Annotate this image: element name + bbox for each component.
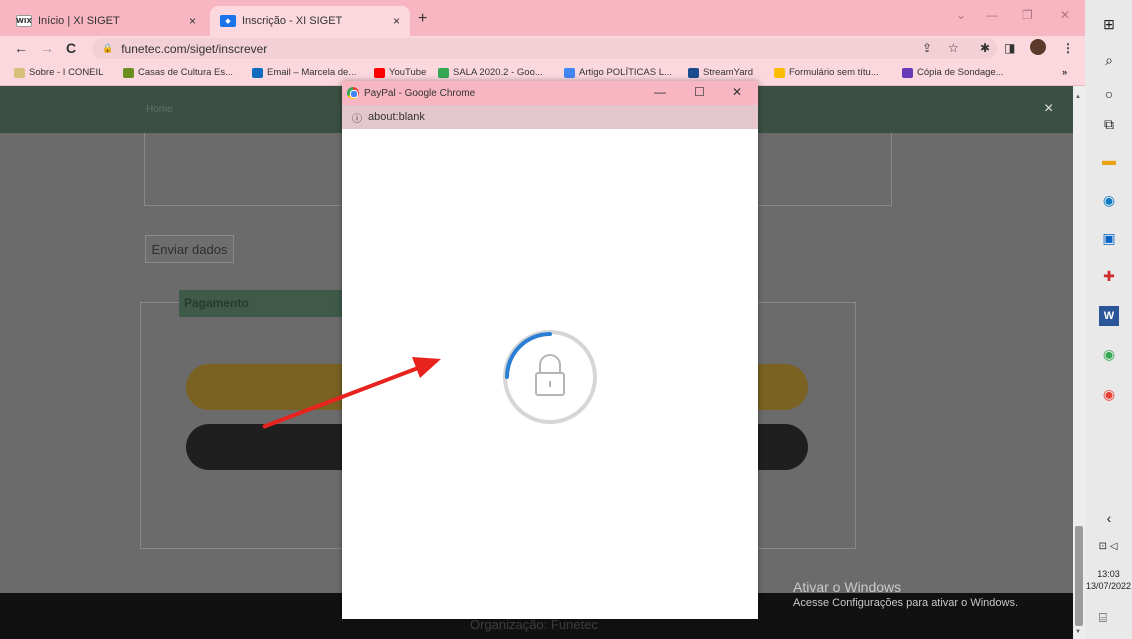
popup-minimize-icon[interactable]: — [654,85,666,99]
popup-title: PayPal - Google Chrome [364,87,476,99]
popup-maximize-icon[interactable]: ☐ [694,85,705,99]
chrome-profile-icon[interactable]: ◉ [1099,344,1119,364]
lock-icon [535,354,565,396]
send-data-button[interactable]: Enviar dados [145,235,234,263]
restore-icon[interactable]: ❐ [1022,8,1033,22]
popup-titlebar: PayPal - Google Chrome — ☐ ✕ [342,81,758,105]
share-icon[interactable]: ⇪ [922,41,932,55]
chevron-left-icon[interactable]: ‹ [1099,508,1119,528]
home-link[interactable]: Home [146,104,173,115]
gift-icon[interactable]: ✚ [1099,266,1119,286]
back-button[interactable]: ← [14,40,28,56]
bookmark-item[interactable]: Email – Marcela de... [252,67,356,78]
watermark-subtitle: Acesse Configurações para ativar o Windo… [793,597,1018,609]
clock-time: 13:03 [1097,569,1120,579]
clock-date: 13/07/2022 [1085,581,1132,591]
menu-kebab-icon[interactable]: ⋮ [1062,41,1074,55]
windows-taskbar: ⊞ ⌕ ○ ⧉ ▬ ◉ ▣ ✚ W ◉ ◉ ‹ ⊡ ◁ 13:03 13/07/… [1085,0,1132,639]
bookmark-item[interactable]: Formulário sem títu... [774,67,879,78]
tab-title: Início | XI SIGET [38,15,120,27]
task-view-icon[interactable]: ⧉ [1099,114,1119,134]
search-icon[interactable]: ⌕ [1099,50,1119,70]
chrome-icon [347,87,359,99]
bookmark-item[interactable]: Casas de Cultura Es... [123,67,233,78]
new-tab-button[interactable]: + [418,10,427,28]
bookmark-favicon-icon [123,67,134,78]
chrome-profile-2-icon[interactable]: ◉ [1099,384,1119,404]
streamyard-icon [688,67,699,78]
edge-icon[interactable]: ◉ [1099,190,1119,210]
google-drive-icon [438,67,449,78]
toolbar: ← → C 🔒 funetec.com/siget/inscrever ⇪ ☆ … [0,36,1085,62]
windows-activation-watermark: Ativar o Windows Acesse Configurações pa… [793,579,1018,609]
page-scrollbar[interactable]: ▲ ▼ [1073,86,1085,639]
lock-icon: 🔒 [102,43,114,53]
modal-close-icon[interactable]: × [1044,100,1053,118]
reload-button[interactable]: C [66,40,76,56]
scrollbar-thumb[interactable] [1075,526,1083,626]
spinner-arc [505,332,552,379]
scroll-up-icon[interactable]: ▲ [1075,94,1081,100]
payment-title: Pagamento [179,290,359,317]
store-icon[interactable]: ▣ [1099,228,1119,248]
bookmark-item[interactable]: YouTube [374,67,426,78]
popup-url-text: about:blank [368,111,425,123]
word-icon[interactable]: W [1099,306,1119,326]
start-icon[interactable]: ⊞ [1099,14,1119,34]
cortana-icon[interactable]: ○ [1099,84,1119,104]
forward-button[interactable]: → [40,40,54,56]
watermark-title: Ativar o Windows [793,579,902,595]
file-explorer-icon[interactable]: ▬ [1099,150,1119,170]
bookmark-item[interactable]: Sobre - I CONEIL [14,67,103,78]
bookmark-item[interactable]: SALA 2020.2 - Goo... [438,67,543,78]
side-panel-icon[interactable]: ◨ [1004,41,1015,55]
popup-address-bar: ⓘ about:blank [342,105,758,129]
site-favicon-icon: ◆ [220,15,236,27]
bookmark-item[interactable]: StreamYard [688,67,753,78]
bookmark-star-icon[interactable]: ☆ [948,41,959,55]
footer-text: Organização: Funetec [470,617,598,632]
google-docs-icon [564,67,575,78]
tab-search-chevron-icon[interactable]: ⌄ [956,8,966,22]
tab-inscricao-siget[interactable]: ◆ Inscrição - XI SIGET × [210,6,410,36]
profile-avatar[interactable] [1030,39,1046,55]
more-bookmarks-button[interactable]: » [1062,67,1067,78]
wix-favicon-icon: WIX [16,15,32,27]
system-tray-icons[interactable]: ⊡ ◁ [1093,536,1123,556]
address-bar[interactable]: 🔒 funetec.com/siget/inscrever [92,38,997,59]
tab-strip: WIX Início | XI SIGET × ◆ Inscrição - XI… [0,0,1085,36]
taskbar-clock[interactable]: 13:03 13/07/2022 [1085,568,1132,592]
close-window-icon[interactable]: ✕ [1060,8,1070,22]
close-tab-icon[interactable]: × [189,14,196,28]
bookmark-favicon-icon [14,67,25,78]
bookmark-item[interactable]: Cópia de Sondage... [902,67,1004,78]
minimize-icon[interactable]: — [986,8,998,22]
url-text: funetec.com/siget/inscrever [121,41,268,56]
bookmark-item[interactable]: Artigo POLÍTICAS L... [564,67,672,78]
popup-close-icon[interactable]: ✕ [732,85,742,99]
tab-inicio-siget[interactable]: WIX Início | XI SIGET × [6,6,206,36]
info-icon[interactable]: ⓘ [352,110,362,125]
youtube-icon [374,67,385,78]
scroll-down-icon[interactable]: ▼ [1075,629,1081,635]
google-forms-icon [902,67,913,78]
notifications-icon[interactable]: ⌸ [1099,610,1107,626]
extensions-icon[interactable]: ✱ [980,41,990,55]
close-tab-icon[interactable]: × [393,14,400,28]
tab-title: Inscrição - XI SIGET [242,15,343,27]
loading-spinner [503,330,597,424]
paypal-popup-window: PayPal - Google Chrome — ☐ ✕ ⓘ about:bla… [342,81,758,619]
outlook-icon [252,67,263,78]
google-drive-icon [774,67,785,78]
